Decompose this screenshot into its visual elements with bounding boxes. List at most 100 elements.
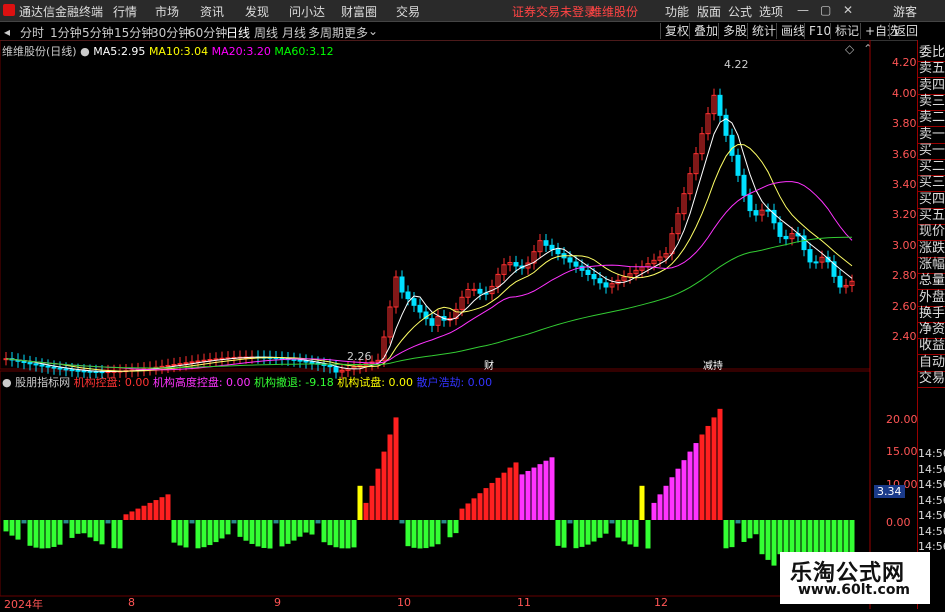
side-item[interactable]: 净资 [918,322,945,340]
y-tick: 2.40 [892,330,917,343]
side-item[interactable]: 现价 [918,224,945,242]
indicator-bar [609,520,615,524]
period-15min[interactable]: 15分钟 [114,24,153,41]
candle-body [159,365,165,368]
menu-ask[interactable]: 问小达 [289,3,325,20]
indicator-bar [393,417,399,520]
side-item[interactable]: 卖二 [918,110,945,128]
side-item[interactable]: 委比 [918,45,945,62]
tool-back[interactable]: 返回 [889,23,922,39]
side-item[interactable]: 买四 [918,192,945,209]
restore-icon[interactable]: ▢ [820,3,831,17]
side-item[interactable]: 卖四 [918,78,945,95]
menu-discover[interactable]: 发现 [245,3,269,20]
candle-body [585,269,591,275]
indicator-bar [405,520,411,547]
menu-trade[interactable]: 交易 [396,3,420,20]
side-item[interactable]: 卖五 [918,61,945,79]
indicator-bar [201,520,207,548]
menu-market[interactable]: 市场 [155,3,179,20]
menu-wealth[interactable]: 财富圈 [341,3,377,20]
period-daily[interactable]: 日线 [226,24,250,41]
candle-body [837,275,843,288]
period-monthly[interactable]: 月线 [282,24,306,41]
candle-body [477,288,483,294]
indicator-bar [27,520,33,546]
indicator-bar [603,520,609,534]
side-item[interactable]: 卖三 [918,94,945,111]
event-marker-finance: 财 [484,359,494,372]
low-price-label: 2.26 [347,350,372,363]
candle-body [549,244,555,250]
period-multi[interactable]: 多周期 [308,24,344,41]
login-status[interactable]: 证券交易未登录 [512,3,596,20]
period-more[interactable]: 更多 [344,24,368,41]
indicator-bar [327,520,333,546]
candle-body [573,261,579,267]
indicator-bar [297,520,303,537]
candle-body [765,209,771,212]
indicator-bar [531,467,537,520]
period-1min[interactable]: 1分钟 [50,24,82,41]
indicator-bar [363,502,369,520]
menu-quotes[interactable]: 行情 [113,3,137,20]
side-item[interactable]: 卖一 [918,127,945,144]
tool-mark[interactable]: 标记 [830,23,863,39]
period-timeshare[interactable]: 分时 [20,24,44,41]
side-item[interactable]: 涨幅 [918,257,945,274]
indicator-bar [579,520,585,547]
side-item[interactable]: 买五 [918,208,945,225]
indicator-bar [519,474,525,520]
guest-label[interactable]: 游客 [893,3,917,20]
chart-canvas[interactable]: 4.22 2.26 财 减持 [0,40,917,609]
indicator-bar [615,520,621,538]
period-weekly[interactable]: 周线 [254,24,278,41]
side-item[interactable]: 买一 [918,143,945,160]
close-icon[interactable]: ✕ [843,3,853,17]
indicator-bar [249,520,255,544]
candle-body [513,262,519,267]
side-time: 14:56 [918,478,945,491]
y-tick: 3.00 [892,239,917,252]
period-30min[interactable]: 30分钟 [151,24,190,41]
indicator-bar [99,520,105,545]
candle-body [27,362,33,365]
side-item[interactable]: 自动 [918,355,945,372]
candle-body [753,210,759,216]
menu-news[interactable]: 资讯 [200,3,224,20]
y-tick: 2.80 [892,269,917,282]
y-tick: 3.60 [892,148,917,161]
menu-options[interactable]: 选项 [759,3,783,20]
menu-layout[interactable]: 版面 [697,3,721,20]
indicator-bar [141,505,147,520]
candle-body [63,368,69,371]
side-item[interactable]: 收益 [918,338,945,356]
side-item[interactable]: 外盘 [918,290,945,307]
indicator-bar [63,520,69,524]
indicator-bar [15,520,21,540]
side-item[interactable]: 涨跌 [918,241,945,258]
indicator-bar [273,520,279,524]
chevron-down-icon[interactable]: ⌄ [368,24,378,38]
candle-body [57,367,63,370]
indicator-bar [681,460,687,520]
candle-body [171,364,177,367]
indicator-bar [459,508,465,520]
candle-body [543,240,549,246]
menu-formula[interactable]: 公式 [728,3,752,20]
minimize-icon[interactable]: — [797,3,809,17]
period-60min[interactable]: 60分钟 [188,24,227,41]
side-item[interactable]: 交易 [918,371,945,388]
period-5min[interactable]: 5分钟 [82,24,114,41]
indicator-bar [339,520,345,549]
side-item[interactable]: 换手 [918,306,945,323]
ma-line [5,236,852,369]
side-item[interactable]: 总量 [918,273,945,291]
side-item[interactable]: 买二 [918,159,945,177]
menu-function[interactable]: 功能 [665,3,689,20]
indicator-bar [435,520,441,545]
indicator-bar [507,467,513,520]
side-item[interactable]: 买三 [918,175,945,193]
indicator-bar [771,520,777,566]
candle-body [309,361,315,364]
